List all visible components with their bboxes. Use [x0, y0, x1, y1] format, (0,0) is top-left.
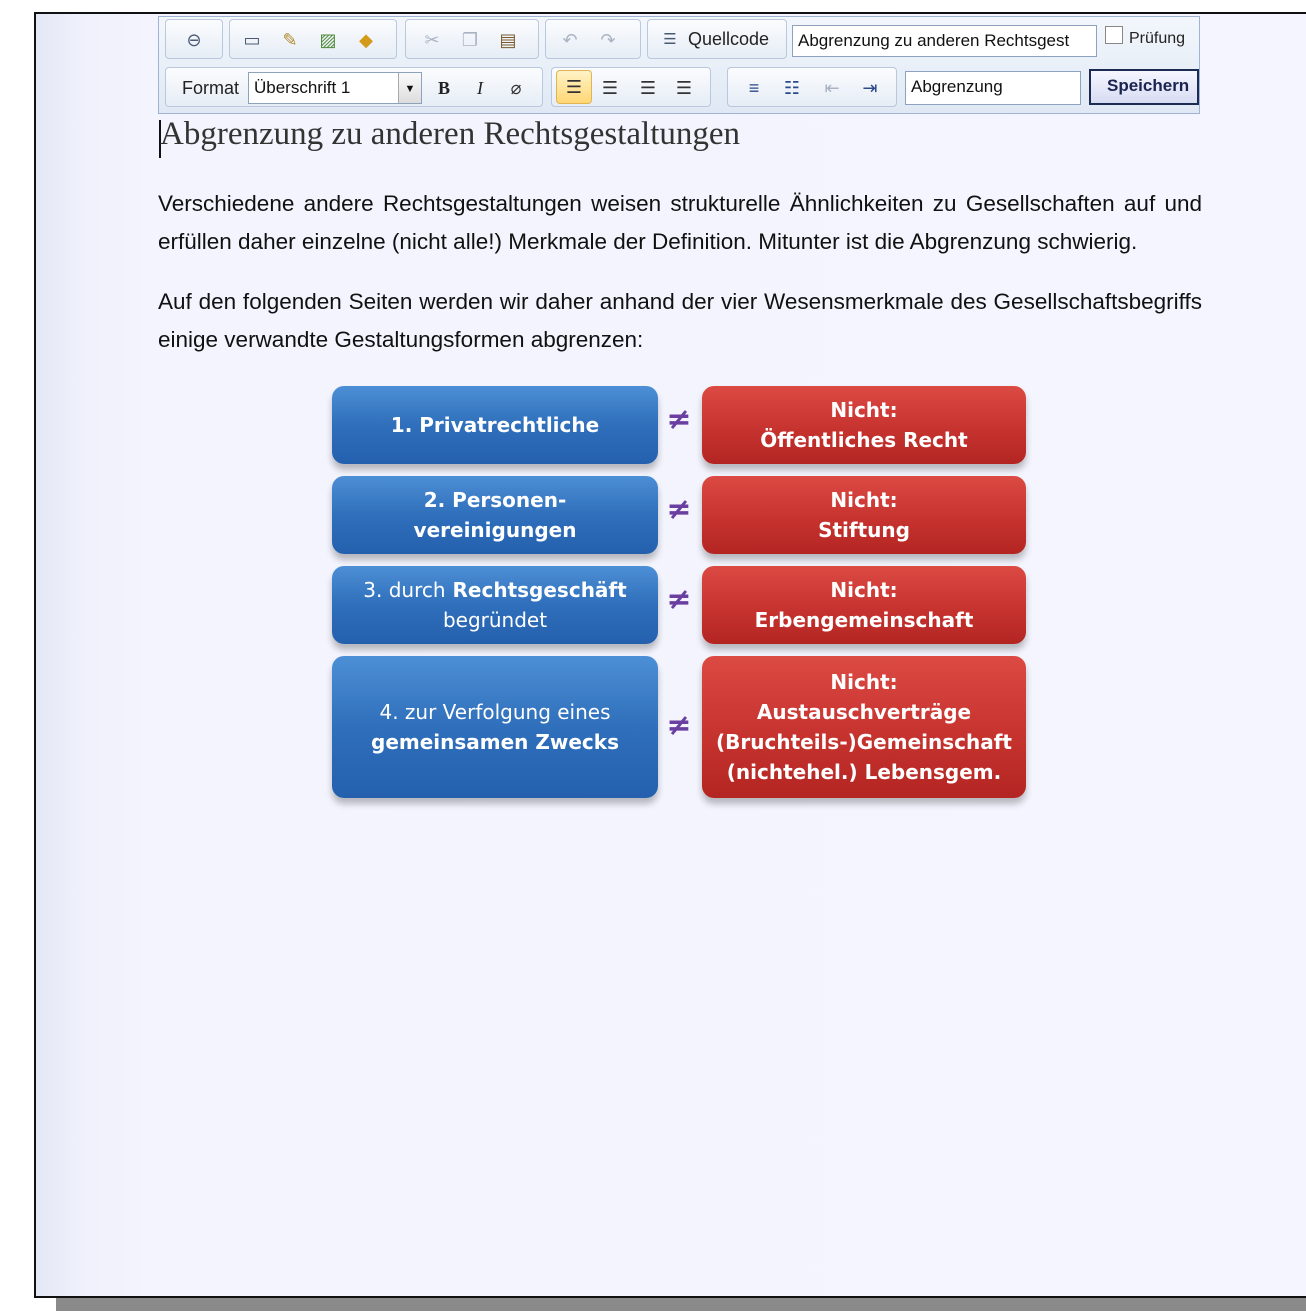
toolbar-row-1: ⊖ ▭ ✎ ▨ ◆ ✂ ❐ ▤ ↶ ↷ ☰ Quellcode Abgrenzu…: [159, 19, 1199, 63]
exclusion-text: Nicht:: [830, 398, 898, 422]
alignment-group: ☰ ☰ ☰ ☰: [551, 67, 711, 107]
redo-icon[interactable]: ↷: [596, 28, 620, 52]
save-button[interactable]: Speichern: [1089, 69, 1199, 105]
list-group: ≡ ☷ ⇤ ⇥: [727, 67, 897, 107]
align-center-icon[interactable]: ☰: [598, 76, 622, 100]
exclusion-text: Austauschverträge: [756, 700, 972, 724]
pruefung-label: Prüfung: [1129, 30, 1186, 47]
not-equal-icon: ≠: [666, 492, 692, 527]
criterion-box-3: 3. durch Rechtsgeschäft begründet: [332, 566, 658, 644]
pruefung-checkbox[interactable]: [1105, 26, 1123, 44]
paragraph-outline[interactable]: Auf den folgenden Seiten werden wir dahe…: [158, 283, 1202, 359]
chevron-down-icon[interactable]: ▼: [398, 73, 421, 103]
criterion-text: 1. Privatrechtliche: [390, 413, 600, 437]
criterion-box-4: 4. zur Verfolgung eines gemeinsamen Zwec…: [332, 656, 658, 798]
bullet-list-icon[interactable]: ☷: [780, 76, 804, 100]
criterion-box-2: 2. Personen- vereinigungen: [332, 476, 658, 554]
exclusion-text: Nicht:: [830, 488, 898, 512]
format-label: Format: [182, 78, 240, 98]
criterion-text: 3. durch: [363, 578, 446, 602]
cut-icon[interactable]: ✂: [420, 28, 444, 52]
numbered-list-icon[interactable]: ≡: [742, 76, 766, 100]
exclusion-text: Nicht:: [830, 670, 898, 694]
exclusion-text: Öffentliches Recht: [760, 428, 968, 452]
insert-group: ▭ ✎ ▨ ◆: [229, 19, 397, 59]
bold-button[interactable]: B: [432, 76, 456, 100]
indent-icon[interactable]: ⇥: [858, 76, 882, 100]
align-left-icon: ☰: [565, 77, 583, 97]
toolbar-row-2: Format Überschrift 1 ▼ B I ⌀ ☰ ☰ ☰ ☰ ≡ ☷…: [159, 67, 1199, 111]
source-button[interactable]: ☰ Quellcode: [647, 19, 787, 59]
format-selected-value: Überschrift 1: [254, 78, 351, 97]
source-icon: ☰: [663, 31, 677, 48]
editor-toolbar: ⊖ ▭ ✎ ▨ ◆ ✂ ❐ ▤ ↶ ↷ ☰ Quellcode Abgrenzu…: [158, 16, 1200, 114]
remove-format-icon[interactable]: ⌀: [504, 76, 528, 100]
exclusion-text: (Bruchteils-)Gemeinschaft: [716, 730, 1012, 754]
paste-icon[interactable]: ▤: [496, 28, 520, 52]
format-group: Format Überschrift 1 ▼ B I ⌀: [165, 67, 543, 107]
align-right-icon[interactable]: ☰: [636, 76, 660, 100]
copy-icon[interactable]: ❐: [458, 28, 482, 52]
anchor-input[interactable]: Abgrenzung: [905, 71, 1081, 105]
clipboard-group: ✂ ❐ ▤: [405, 19, 539, 59]
criterion-text: vereinigungen: [413, 518, 577, 542]
horizontal-line-icon[interactable]: ▭: [240, 28, 264, 52]
exclusion-box-3: Nicht: Erbengemeinschaft: [702, 566, 1026, 644]
source-label: Quellcode: [688, 29, 770, 49]
exclusion-box-2: Nicht: Stiftung: [702, 476, 1026, 554]
page-heading[interactable]: Abgrenzung zu anderen Rechtsgestaltungen: [160, 116, 740, 153]
exclusion-text: (nichtehel.) Lebensgem.: [726, 760, 1002, 784]
criterion-text: Rechtsgeschäft: [452, 578, 627, 602]
not-equal-icon: ≠: [666, 582, 692, 617]
align-left-button[interactable]: ☰: [556, 70, 592, 104]
special-char-icon[interactable]: ✎: [278, 28, 302, 52]
link-icon[interactable]: ⊖: [182, 28, 206, 52]
history-group: ↶ ↷: [545, 19, 641, 59]
not-equal-icon: ≠: [666, 708, 692, 743]
outdent-icon[interactable]: ⇤: [820, 76, 844, 100]
criterion-text: 4. zur Verfolgung eines: [379, 700, 611, 724]
eraser-format-icon[interactable]: ◆: [354, 28, 378, 52]
exclusion-text: Erbengemeinschaft: [754, 608, 974, 632]
exclusion-box-4: Nicht: Austauschverträge (Bruchteils-)Ge…: [702, 656, 1026, 798]
criterion-text: begründet: [442, 608, 548, 632]
undo-icon[interactable]: ↶: [558, 28, 582, 52]
exclusion-text: Stiftung: [818, 518, 910, 542]
link-group: ⊖: [165, 19, 223, 59]
page-title-input[interactable]: Abgrenzung zu anderen Rechtsgest: [792, 25, 1097, 57]
italic-button[interactable]: I: [468, 76, 492, 100]
criterion-text: 2. Personen-: [423, 488, 567, 512]
paragraph-intro[interactable]: Verschiedene andere Rechtsgestaltungen w…: [158, 185, 1202, 261]
criterion-box-1: 1. Privatrechtliche: [332, 386, 658, 464]
exclusion-box-1: Nicht: Öffentliches Recht: [702, 386, 1026, 464]
not-equal-icon: ≠: [666, 402, 692, 437]
image-icon[interactable]: ▨: [316, 28, 340, 52]
exclusion-text: Nicht:: [830, 578, 898, 602]
criterion-text: gemeinsamen Zwecks: [371, 730, 619, 754]
format-select[interactable]: Überschrift 1 ▼: [248, 72, 422, 104]
align-justify-icon[interactable]: ☰: [672, 76, 696, 100]
